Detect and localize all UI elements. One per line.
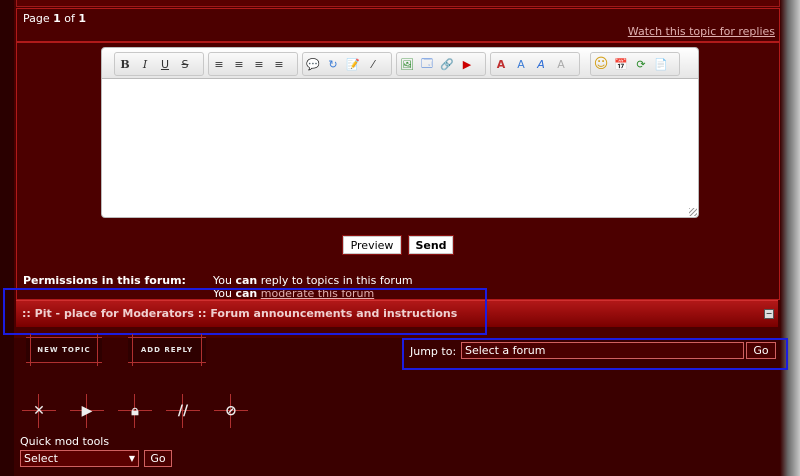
strike-button[interactable]: S	[175, 54, 195, 74]
code-icon[interactable]: ↻	[323, 54, 343, 74]
lock-icon[interactable]: 🔒︎	[118, 394, 152, 428]
youtube-icon[interactable]: ▶	[457, 54, 477, 74]
jump-to-label: Jump to:	[410, 345, 457, 358]
media-group: 🖼 🗔 🔗 ▶	[396, 52, 486, 76]
page-prefix: Page	[23, 12, 54, 25]
color-icon[interactable]: A	[511, 54, 531, 74]
align-center-button[interactable]: ≡	[229, 54, 249, 74]
note-icon[interactable]: 📝	[343, 54, 363, 74]
search-icon[interactable]: ⟳	[631, 54, 651, 74]
underline-button[interactable]: U	[155, 54, 175, 74]
permission-reply: You can reply to topics in this forum	[213, 274, 413, 287]
source-icon[interactable]: 📄	[651, 54, 671, 74]
spoiler-icon[interactable]: ⁄	[363, 54, 383, 74]
quote-icon[interactable]: 💬	[303, 54, 323, 74]
date-icon[interactable]: 📅	[611, 54, 631, 74]
italic-button[interactable]: I	[135, 54, 155, 74]
color-group: A A A A	[490, 52, 580, 76]
align-left-button[interactable]: ≡	[209, 54, 229, 74]
pagination-bar: Page 1 of 1 Watch this topic for replies	[16, 8, 780, 42]
jump-go-button[interactable]: Go	[746, 342, 776, 359]
align-justify-button[interactable]: ≡	[269, 54, 289, 74]
split-icon[interactable]: //	[166, 394, 200, 428]
font-face-icon[interactable]: A	[531, 54, 551, 74]
top-bar	[16, 0, 780, 7]
page-of: of	[60, 12, 79, 25]
editor-toolbar: B I U S ≡ ≡ ≡ ≡ 💬 ↻ 📝 ⁄ 🖼 🗔 🔗 ▶ A A A A	[101, 47, 699, 79]
preview-button[interactable]: Preview	[342, 235, 402, 255]
collapse-icon[interactable]: −	[764, 309, 774, 319]
image-icon[interactable]: 🖼	[397, 54, 417, 74]
link-icon[interactable]: 🔗	[437, 54, 457, 74]
send-button[interactable]: Send	[408, 235, 454, 255]
message-textarea[interactable]	[101, 79, 699, 218]
new-topic-button[interactable]: NEW TOPIC	[26, 334, 102, 366]
jump-forum-select[interactable]: Select a forum	[461, 342, 744, 359]
bold-button[interactable]: B	[115, 54, 135, 74]
quick-mod-go-button[interactable]: Go	[144, 450, 172, 467]
align-right-button[interactable]: ≡	[249, 54, 269, 74]
add-reply-button[interactable]: ADD REPLY	[128, 334, 206, 366]
page-indicator: Page 1 of 1	[23, 12, 86, 25]
scrollbar-area[interactable]	[780, 0, 800, 476]
format-group: B I U S	[114, 52, 204, 76]
misc-group: 💬 ↻ 📝 ⁄	[302, 52, 392, 76]
resize-handle[interactable]	[689, 208, 697, 216]
page-left-strip	[0, 0, 14, 476]
permissions-title: Permissions in this forum:	[23, 274, 186, 287]
page-current: 1	[53, 12, 61, 25]
watch-topic-link[interactable]: Watch this topic for replies	[628, 25, 775, 38]
highlight-forum-breadcrumb	[3, 288, 487, 335]
remove-format-icon[interactable]: A	[551, 54, 571, 74]
align-group: ≡ ≡ ≡ ≡	[208, 52, 298, 76]
move-icon[interactable]: ▶	[70, 394, 104, 428]
quick-mod-label: Quick mod tools	[20, 435, 110, 448]
page-total: 1	[78, 12, 87, 25]
smiley-icon[interactable]: ☺	[591, 54, 611, 74]
quick-mod-select[interactable]: Select ▼	[20, 450, 139, 467]
host-image-icon[interactable]: 🗔	[417, 54, 437, 74]
merge-icon[interactable]: ⊘	[214, 394, 248, 428]
reply-editor-panel: B I U S ≡ ≡ ≡ ≡ 💬 ↻ 📝 ⁄ 🖼 🗔 🔗 ▶ A A A A	[16, 42, 780, 300]
chevron-down-icon: ▼	[128, 454, 135, 463]
extra-group: ☺ 📅 ⟳ 📄	[590, 52, 680, 76]
delete-icon[interactable]: ✕	[22, 394, 56, 428]
font-size-icon[interactable]: A	[491, 54, 511, 74]
